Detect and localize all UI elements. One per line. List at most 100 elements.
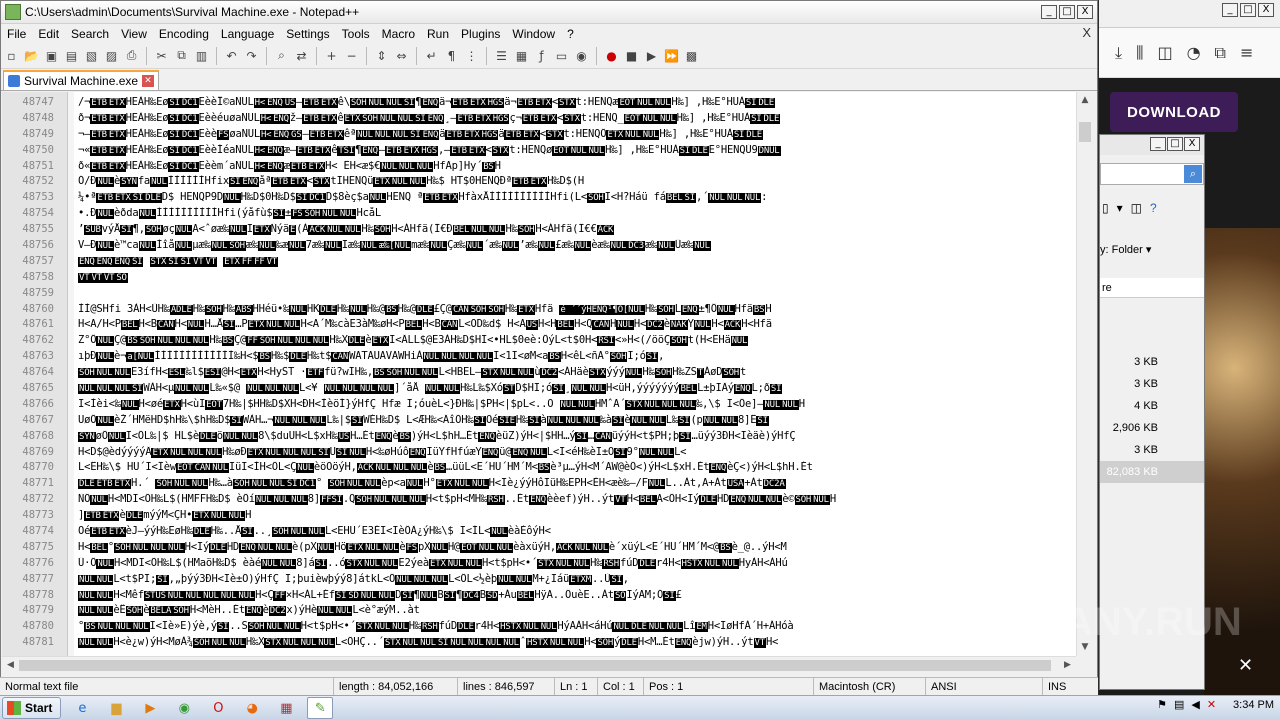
scroll-up-icon[interactable]: ▲: [1077, 92, 1093, 109]
maximize-button[interactable]: □: [1059, 5, 1075, 19]
status-eol[interactable]: Macintosh (CR): [814, 678, 926, 695]
sidebar-icon[interactable]: ◫: [1157, 43, 1172, 62]
volume-icon[interactable]: ◀: [1191, 698, 1199, 711]
editor-line[interactable]: 48781 NUL NULH<è¿w)ýH<MøÀ¾SOH NUL NULH‰XSTX N…: [2, 634, 1076, 650]
editor-line[interactable]: 48762 Z°ÔNULÇ@BS SOH NUL NUL NULH‰BSÇ@FF SOH NU…: [2, 332, 1076, 348]
editor-line[interactable]: 48750 ¬«ETB ETXHEÀH‰EøSI DC1EèèÍéaNULH< ENQæ…: [2, 142, 1076, 158]
help-icon[interactable]: ?: [1150, 201, 1157, 215]
firefox-icon[interactable]: ◕: [239, 697, 265, 719]
menu-icon[interactable]: ≡: [1240, 43, 1253, 62]
zoom-in-icon[interactable]: +: [323, 47, 340, 64]
editor-line[interactable]: 48779 NUL NULèÊSOHèBELA SOHH<MèH..ÉtENQèDC2…: [2, 603, 1076, 619]
security-icon[interactable]: ✕: [1207, 698, 1216, 711]
sync-h-icon[interactable]: ⇔: [393, 47, 410, 64]
search-icon[interactable]: ⌕: [1184, 165, 1202, 183]
sync-v-icon[interactable]: ⇕: [373, 47, 390, 64]
editor-line[interactable]: 48752 Ó/ÐNULèSYNfaNULÌÌÌÌÌÌHfixSI ENQåªETB…: [2, 173, 1076, 189]
file-size[interactable]: 3 KB: [1100, 439, 1204, 461]
save-all-icon[interactable]: ▤: [63, 47, 80, 64]
menu-plugins[interactable]: Plugins: [455, 27, 506, 41]
explorer-icon[interactable]: ▆: [103, 697, 129, 719]
save-icon[interactable]: ▣: [43, 47, 60, 64]
file-size[interactable]: 3 KB: [1100, 373, 1204, 395]
close-all-icon[interactable]: ▨: [103, 47, 120, 64]
chevron-down-icon[interactable]: ▾: [1117, 201, 1123, 215]
editor-area[interactable]: 48747/¬ETB ETXHEÀH‰EøSI DC1EèèÎ©aNULH< ENQ U…: [2, 92, 1076, 656]
file-size[interactable]: 4 KB: [1100, 395, 1204, 417]
editor-line[interactable]: 48776 Ü·ÖNULH<MDI<ÕH‰L$(HMaöH‰D$ èàéNUL NU…: [2, 555, 1076, 571]
redo-icon[interactable]: ↷: [243, 47, 260, 64]
replace-icon[interactable]: ⇄: [293, 47, 310, 64]
ie-icon[interactable]: e: [69, 697, 95, 719]
editor-line[interactable]: 48778 NUL NULH<MêfSTUS NUL NUL NUL NUL NULH<ÇFF…: [2, 587, 1076, 603]
arrange-by[interactable]: y: Folder ▾: [1100, 243, 1151, 256]
editor-line[interactable]: 48757 ENQ ENQ ENQ SI STX SI SI VT VT ETX FF FF VT: [2, 253, 1076, 269]
doc-map-icon[interactable]: ▦: [513, 47, 530, 64]
close-document-icon[interactable]: X: [1082, 25, 1091, 40]
browser-close-button[interactable]: X: [1258, 3, 1274, 17]
explorer-minimize-button[interactable]: _: [1150, 137, 1166, 151]
download-button[interactable]: DOWNLOAD: [1110, 92, 1238, 132]
indent-guide-icon[interactable]: ⋮: [463, 47, 480, 64]
play-icon[interactable]: ▶: [643, 47, 660, 64]
editor-line[interactable]: 48772 ÑÖNULH<MDI<ÕH‰L$(HMFFH‰D$ èÖíNUL NUL…: [2, 491, 1076, 507]
editor-line[interactable]: 48764 SOH NUL NULE3ífH<ESL‰l$ESI@H<ETXH<HyS…: [2, 364, 1076, 380]
editor-line[interactable]: 48767 UøÖNULèŽ´HMëHD$hH‰\$hH‰D$SIWÀH…¬NUL…: [2, 412, 1076, 428]
folder-workspace-icon[interactable]: ▭: [553, 47, 570, 64]
scroll-left-icon[interactable]: ◀: [2, 657, 19, 674]
menu-macro[interactable]: Macro: [376, 27, 421, 41]
stop-icon[interactable]: ■: [623, 47, 640, 64]
wrap-icon[interactable]: ↵: [423, 47, 440, 64]
network-icon[interactable]: ▤: [1174, 698, 1184, 711]
paste-icon[interactable]: ▥: [193, 47, 210, 64]
editor-line[interactable]: 48775 H<BEL°SOH NUL NUL NULH<IýDLEHDENQ NUL NU…: [2, 539, 1076, 555]
editor-line[interactable]: 48747/¬ETB ETXHEÀH‰EøSI DC1EèèÎ©aNULH< ENQ U…: [2, 94, 1076, 110]
udl-icon[interactable]: ☰: [493, 47, 510, 64]
print-icon[interactable]: ⎙: [123, 47, 140, 64]
cut-icon[interactable]: ✂: [153, 47, 170, 64]
function-list-icon[interactable]: ƒ: [533, 47, 550, 64]
download-arrow-icon[interactable]: ⤓: [1115, 43, 1122, 63]
zoom-out-icon[interactable]: −: [343, 47, 360, 64]
file-size-selected[interactable]: 82,083 KB: [1100, 461, 1204, 483]
editor-line[interactable]: 48758 VT VT VT SO: [2, 269, 1076, 285]
menu-file[interactable]: File: [1, 27, 32, 41]
editor-line[interactable]: 48768 SYNøÖNULI<ÖL‰|$ HL$èDLEöNUL NUL8\$du…: [2, 428, 1076, 444]
clock[interactable]: 3:34 PM: [1233, 699, 1274, 711]
editor-line[interactable]: 48763 ıþÐNULè¬a[NULÌÌÌÌÌÌÌÌÌÌÌÌÌ‰H<$BSH‰$…: [2, 348, 1076, 364]
menu-window[interactable]: Window: [506, 27, 561, 41]
editor-line[interactable]: 48753 ¼•ªETB ETX SI DLED$ HENQP9DNULH‰D$0H‰D…: [2, 189, 1076, 205]
browser-maximize-button[interactable]: □: [1240, 3, 1256, 17]
editor-line[interactable]: 48777 NUL NULL<t$PI;SI,„þýý3ÐH<Iè±Õ)ýHfÇ I…: [2, 571, 1076, 587]
editor-line[interactable]: 48756 V–ÐNULè™caNULÌîåNULµæ‰NUL SOHæ‰NUL‰æ…: [2, 237, 1076, 253]
editor-line[interactable]: 48755 ’SUBvýÅSI¶,SOHøçNULA<ˆøæ‰NULIETXÑýä…: [2, 221, 1076, 237]
menu-run[interactable]: Run: [421, 27, 455, 41]
horizontal-scrollbar[interactable]: ◀ ▶: [2, 656, 1076, 673]
library-icon[interactable]: ⫼: [1136, 43, 1143, 63]
extensions-icon[interactable]: ⧉: [1215, 43, 1226, 63]
editor-line[interactable]: 48771 DLE ETB ETXH.´ SOH NUL NULH‰…àSOH NUL NUL…: [2, 475, 1076, 491]
editor-line[interactable]: 48754 •.ÐNULèðdaNULÌÌÌÌÌÌÌÌÌÌHfi(ýåfù$SI±…: [2, 205, 1076, 221]
editor-line[interactable]: 48774 OéETB ETXèJ–ýýH‰EøH‰DLEH‰..ÅSI..¸SOH…: [2, 523, 1076, 539]
menu-language[interactable]: Language: [215, 27, 280, 41]
horizontal-scroll-thumb[interactable]: [19, 660, 1051, 671]
editor-line[interactable]: 48766 I<Ìèi<‰NULH<øéETXH<ùIEOT7H‰|$HH‰D$X…: [2, 396, 1076, 412]
chrome-icon[interactable]: ◉: [171, 697, 197, 719]
new-icon[interactable]: ▫: [3, 47, 20, 64]
undo-icon[interactable]: ↶: [223, 47, 240, 64]
editor-line[interactable]: 48770 L<ËH‰\$ HU´I<ÏèwEOT CAN NULIüI<ÌH<ÖL<…: [2, 459, 1076, 475]
menu-view[interactable]: View: [115, 27, 153, 41]
account-icon[interactable]: ◔: [1187, 43, 1201, 62]
status-encoding[interactable]: ANSI: [926, 678, 1043, 695]
editor-line[interactable]: 48749 ¬–ETB ETXHEÀH‰EøSI DC1EèèFSøaNULH< ENQ…: [2, 126, 1076, 142]
editor-line[interactable]: 48748 ð¬ETB ETXHEÀH‰EøSI DC1EèèéuøaNULH< ENQ…: [2, 110, 1076, 126]
editor-line[interactable]: 48769 H<D$@èdýýýýÄETX NUL NUL NULH‰øÐETX NUL N…: [2, 444, 1076, 460]
editor-line[interactable]: 48780 °BS NUL NUL NULI<Iè»E)ýè,ýSI..SSOH NUL N…: [2, 618, 1076, 634]
monitor-icon[interactable]: ◉: [573, 47, 590, 64]
close-icon[interactable]: ▧: [83, 47, 100, 64]
menu-help[interactable]: ?: [561, 27, 580, 41]
editor-line[interactable]: 48759: [2, 285, 1076, 301]
media-player-icon[interactable]: ▶: [137, 697, 163, 719]
tab-close-icon[interactable]: ✕: [142, 75, 155, 87]
file-size[interactable]: 3 KB: [1100, 351, 1204, 373]
